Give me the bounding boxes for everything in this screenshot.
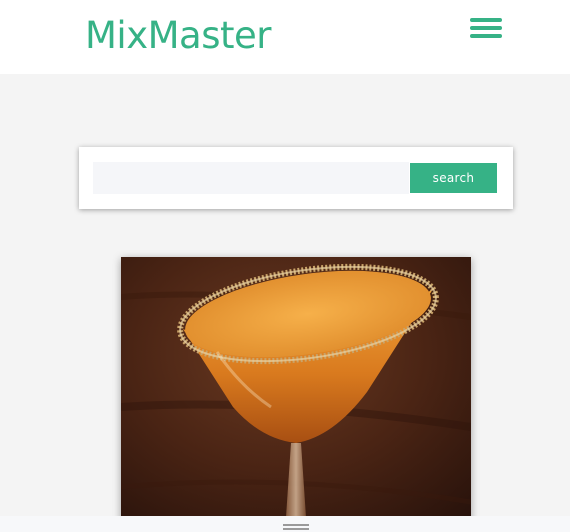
search-panel: search [79, 147, 513, 209]
hamburger-menu-icon [470, 18, 502, 22]
search-input[interactable] [93, 162, 409, 194]
hamburger-menu-icon-bar [470, 26, 502, 30]
site-header: MixMaster [0, 0, 570, 74]
hamburger-menu-icon-bar [470, 34, 502, 38]
drag-handle-icon[interactable] [283, 524, 309, 530]
search-button[interactable]: search [410, 163, 497, 193]
site-logo[interactable]: MixMaster [85, 13, 271, 59]
menu-button[interactable] [466, 14, 506, 44]
drink-image[interactable] [121, 257, 471, 532]
bottom-bar [0, 516, 570, 532]
